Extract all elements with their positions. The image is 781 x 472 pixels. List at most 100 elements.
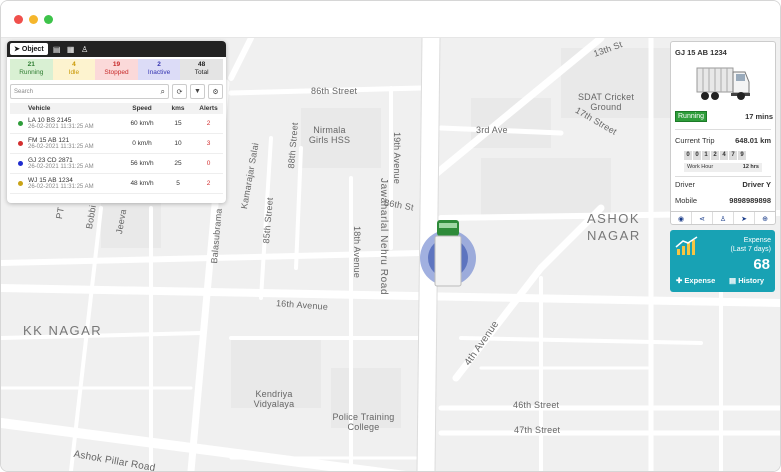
vehicle-time: 26-02-2021 11:31:25 AM — [28, 183, 94, 190]
speed-cell: 56 km/h — [130, 160, 154, 167]
place-label: SDAT Cricket Ground — [577, 92, 635, 112]
status-count-value: 2 — [157, 61, 161, 68]
odometer: 0012479 — [684, 151, 746, 160]
truck-marker-icon — [434, 220, 462, 287]
column-alerts[interactable]: Alerts — [194, 105, 223, 112]
status-summary: 21 Running 4 Idle 19 Stopped 2 Inactive 48 Total — [10, 59, 223, 80]
plus-icon: ✚ — [676, 276, 683, 285]
grid-icon[interactable]: ▦ — [66, 45, 76, 54]
alerts-cell: 3 — [206, 140, 211, 147]
person-icon[interactable]: ♙ — [713, 212, 734, 224]
settings-icon[interactable]: ⚙ — [208, 84, 223, 99]
vehicle-name: WJ 15 AB 1234 — [28, 176, 73, 184]
vehicle-table: LA 10 BS 2145 26-02-2021 11:31:25 AM 60 km… — [7, 114, 226, 194]
add-expense-button[interactable]: ✚ Expense — [676, 276, 715, 285]
close-window-button[interactable] — [14, 15, 23, 24]
vehicle-name: GJ 23 CD 2871 — [28, 156, 73, 164]
vehicle-status-dot — [18, 141, 23, 146]
table-row[interactable]: FM 15 AB 121 26-02-2021 11:31:25 AM 0 km/h… — [10, 134, 223, 154]
trip-row: Current Trip 648.01 km — [675, 136, 771, 145]
maximize-window-button[interactable] — [44, 15, 53, 24]
vehicle-cell: LA 10 BS 2145 26-02-2021 11:31:25 AM — [10, 117, 122, 131]
vehicle-status-dot — [18, 161, 23, 166]
vehicle-time: 26-02-2021 11:31:25 AM — [28, 163, 94, 170]
title-bar — [1, 1, 780, 38]
status-badge: Running — [675, 111, 708, 122]
vehicle-name: LA 10 BS 2145 — [28, 116, 72, 124]
status-count-inactive[interactable]: 2 Inactive — [137, 59, 181, 80]
divider — [675, 129, 771, 130]
tab-object-label: Object — [21, 45, 44, 53]
vehicle-time: 26-02-2021 11:31:25 AM — [28, 123, 94, 130]
history-button[interactable]: ▤ History — [729, 276, 764, 285]
history-label: History — [738, 276, 765, 285]
table-header: Vehicle Speed kms Alerts — [10, 103, 223, 114]
alerts-cell: 2 — [206, 120, 211, 127]
vehicle-cell: FM 15 AB 121 26-02-2021 11:31:25 AM — [10, 137, 122, 151]
eye-icon[interactable]: ◉ — [671, 212, 692, 224]
share-icon[interactable]: ⋖ — [692, 212, 713, 224]
minimize-window-button[interactable] — [29, 15, 38, 24]
vehicle-status-dot — [18, 121, 23, 126]
vehicle-title: GJ 15 AB 1234 — [675, 48, 727, 57]
expense-title: Expense (Last 7 days) — [731, 236, 771, 254]
kms-cell: 10 — [174, 140, 182, 147]
street-label: PT — [54, 206, 66, 220]
street-label: 18th Avenue — [352, 226, 362, 279]
column-kms[interactable]: kms — [162, 105, 194, 112]
vehicle-action-bar: ◉ ⋖ ♙ ➤ ⊕ — [671, 211, 775, 224]
kms-cell: 5 — [176, 180, 180, 187]
navigate-icon[interactable]: ➤ — [734, 212, 755, 224]
zoom-icon[interactable]: ⊕ — [755, 212, 775, 224]
person-icon[interactable]: ♙ — [80, 45, 90, 54]
table-row[interactable]: WJ 15 AB 1234 26-02-2021 11:31:25 AM 48 km… — [10, 174, 223, 194]
truck-image — [696, 67, 750, 100]
vehicle-status-row: Running 17 mins — [675, 111, 773, 122]
refresh-icon[interactable]: ⟳ — [172, 84, 187, 99]
street-label: 19th Avenue — [392, 132, 402, 185]
driver-row: Driver Driver Y — [675, 180, 771, 189]
odometer-digit: 9 — [738, 151, 746, 160]
filter-icon[interactable]: ▼ — [190, 84, 205, 99]
street-label: 86th Street — [311, 86, 358, 96]
status-count-value: 4 — [72, 61, 76, 68]
panel-tabs: ➤ Object ▤ ▦ ♙ — [7, 41, 226, 57]
speed-cell: 48 km/h — [130, 180, 154, 187]
status-count-running[interactable]: 21 Running — [10, 59, 53, 80]
status-count-label: Stopped — [104, 69, 129, 76]
status-count-label: Idle — [68, 69, 80, 76]
search-row: Search ⌕ ⟳ ▼ ⚙ — [10, 84, 223, 99]
expense-value: 68 — [753, 256, 770, 273]
vehicle-cell: GJ 23 CD 2871 26-02-2021 11:31:25 AM — [10, 157, 122, 171]
vehicle-name: FM 15 AB 121 — [28, 136, 70, 144]
vehicle-status-dot — [18, 181, 23, 186]
status-count-value: 48 — [198, 61, 206, 68]
area-label: ASHOK NAGAR — [587, 211, 641, 243]
kms-cell: 15 — [174, 120, 182, 127]
odometer-digit: 0 — [693, 151, 701, 160]
tab-object[interactable]: ➤ Object — [10, 43, 48, 55]
document-icon: ▤ — [729, 276, 737, 285]
expense-title-line1: Expense — [743, 237, 771, 244]
status-count-total[interactable]: 48 Total — [180, 59, 223, 80]
table-row[interactable]: LA 10 BS 2145 26-02-2021 11:31:25 AM 60 km… — [10, 114, 223, 134]
kms-cell: 25 — [174, 160, 182, 167]
status-count-value: 19 — [112, 61, 121, 68]
odometer-digit: 4 — [720, 151, 728, 160]
document-icon[interactable]: ▤ — [52, 45, 62, 54]
search-input[interactable]: Search ⌕ — [10, 84, 169, 99]
column-vehicle[interactable]: Vehicle — [10, 105, 122, 112]
column-speed[interactable]: Speed — [122, 105, 162, 112]
area-label: KK NAGAR — [23, 323, 103, 338]
status-count-label: Running — [19, 69, 44, 76]
odometer-digit: 0 — [684, 151, 692, 160]
vehicle-cell: WJ 15 AB 1234 26-02-2021 11:31:25 AM — [10, 177, 122, 191]
trip-label: Current Trip — [675, 136, 715, 145]
status-count-stopped[interactable]: 19 Stopped — [95, 59, 138, 80]
table-row[interactable]: GJ 23 CD 2871 26-02-2021 11:31:25 AM 56 km… — [10, 154, 223, 174]
divider — [675, 176, 771, 177]
place-label: Police Training College — [332, 412, 395, 432]
status-count-idle[interactable]: 4 Idle — [52, 59, 96, 80]
status-count-label: Inactive — [147, 69, 171, 76]
place-label: Nirmala Girls HSS — [308, 125, 351, 145]
